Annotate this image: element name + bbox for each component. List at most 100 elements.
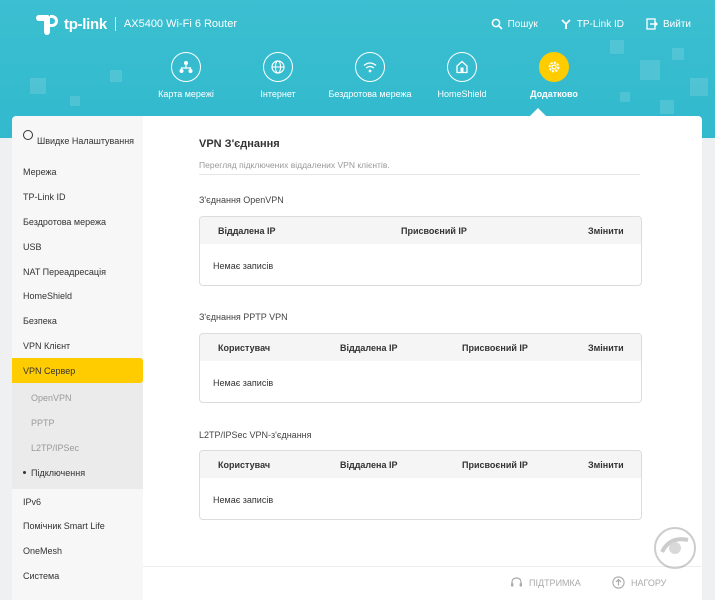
column-header: Віддалена IP	[218, 226, 276, 236]
sidebar-item-usb[interactable]: USB	[12, 234, 143, 259]
header-pattern	[70, 96, 80, 106]
sidebar-item-smart-life[interactable]: Помічник Smart Life	[12, 514, 143, 539]
sidebar-item-label: Швидке Налаштування	[37, 135, 135, 146]
sidebar-item-vpn-server[interactable]: VPN Сервер	[12, 358, 143, 384]
section-title-openvpn: З'єднання OpenVPN	[199, 195, 284, 205]
sidebar-item-label: NAT Переадресація	[23, 266, 106, 277]
tplink-id-link[interactable]: TP-Link ID	[560, 18, 624, 30]
nav-active-pointer	[530, 108, 546, 116]
column-header: Присвоєний IP	[401, 226, 467, 236]
sidebar-subitem-connections[interactable]: Підключення	[12, 460, 143, 485]
sidebar-item-system[interactable]: Система	[12, 564, 143, 589]
logout-label: Вийти	[662, 18, 691, 30]
headset-icon	[511, 577, 522, 587]
column-header: Користувач	[218, 460, 271, 470]
sidebar-item-security[interactable]: Безпека	[12, 309, 143, 334]
sidebar-item-homeshield[interactable]: HomeShield	[12, 284, 143, 309]
router-model: AX5400 Wi-Fi 6 Router	[123, 18, 238, 30]
network-map-icon	[171, 52, 201, 82]
support-link[interactable]: ПІДТРИМКА	[510, 576, 581, 589]
l2tp-table: Користувач Віддалена IP Присвоєний IP Зм…	[199, 450, 642, 520]
support-label: ПІДТРИМКА	[529, 577, 581, 588]
arrow-up-icon	[612, 576, 625, 589]
brand-separator	[114, 17, 116, 31]
sidebar-item-vpn-client[interactable]: VPN Клієнт	[12, 334, 143, 359]
column-header: Змінити	[588, 460, 624, 470]
column-header: Користувач	[218, 343, 271, 353]
search-icon	[491, 18, 503, 30]
sidebar-item-label: Безпека	[23, 316, 57, 327]
sidebar-item-onemesh[interactable]: OneMesh	[12, 539, 143, 564]
sidebar: Швидке Налаштування Мережа TP-Link ID Бе…	[12, 116, 143, 600]
nav-advanced-label: Додатково	[530, 89, 578, 99]
sidebar-item-label: IPv6	[23, 496, 42, 507]
nav-wireless[interactable]: Бездротова мережа	[324, 52, 416, 100]
logout-icon	[646, 18, 658, 30]
tplink-id-label: TP-Link ID	[576, 18, 624, 30]
sidebar-item-label: OneMesh	[23, 546, 63, 557]
watermark-logo	[654, 527, 696, 569]
search-link[interactable]: Пошук	[491, 18, 538, 30]
brand-name: tp-link	[64, 15, 107, 33]
sidebar-item-quick-setup[interactable]: Швидке Налаштування	[12, 116, 143, 160]
sidebar-subitem-l2tp[interactable]: L2TP/IPSec	[12, 435, 143, 460]
globe-icon	[263, 52, 293, 82]
sidebar-item-label: HomeShield	[23, 291, 73, 302]
nav-advanced[interactable]: Додатково	[508, 52, 600, 100]
header-pattern	[620, 92, 630, 102]
sidebar-item-label: TP-Link ID	[23, 192, 66, 203]
sidebar-item-network[interactable]: Мережа	[12, 160, 143, 185]
table-header: Віддалена IP Присвоєний IP Змінити	[200, 217, 641, 244]
quick-setup-icon	[23, 130, 33, 140]
sidebar-item-label: VPN Клієнт	[23, 340, 71, 351]
search-label: Пошук	[507, 18, 538, 30]
openvpn-table: Віддалена IP Присвоєний IP Змінити Немає…	[199, 216, 642, 286]
section-title-l2tp: L2TP/IPSec VPN-з'єднання	[199, 430, 312, 440]
back-to-top-link[interactable]: НАГОРУ	[612, 576, 666, 589]
column-header: Змінити	[588, 343, 624, 353]
sidebar-subitem-label: Підключення	[31, 467, 86, 478]
sidebar-item-wireless[interactable]: Бездротова мережа	[12, 210, 143, 235]
header-pattern	[640, 60, 660, 80]
sidebar-item-label: Мережа	[23, 167, 57, 178]
header-pattern	[660, 100, 674, 114]
nav-network-map-label: Карта мережі	[158, 89, 214, 99]
wifi-icon	[355, 52, 385, 82]
nav-wireless-label: Бездротова мережа	[328, 89, 412, 99]
column-header: Віддалена IP	[340, 460, 398, 470]
tplink-logo-icon	[36, 12, 58, 36]
page-title: VPN З'єднання	[199, 138, 280, 150]
sidebar-item-label: VPN Сервер	[23, 365, 76, 376]
brand[interactable]: tp-link AX5400 Wi-Fi 6 Router	[36, 12, 237, 36]
nav-homeshield-label: HomeShield	[437, 89, 487, 99]
sidebar-item-label: Помічник Smart Life	[23, 521, 105, 532]
main-nav: Карта мережі Інтернет Бездротова мережа …	[140, 52, 600, 100]
sidebar-subitem-openvpn[interactable]: OpenVPN	[12, 385, 143, 410]
table-header: Користувач Віддалена IP Присвоєний IP Зм…	[200, 334, 641, 361]
column-header: Віддалена IP	[340, 343, 398, 353]
sidebar-item-tplink-id[interactable]: TP-Link ID	[12, 185, 143, 210]
empty-message: Немає записів	[213, 495, 274, 505]
column-header: Змінити	[588, 226, 624, 236]
sidebar-item-label: USB	[23, 241, 42, 252]
sidebar-subitem-pptp[interactable]: PPTP	[12, 410, 143, 435]
sidebar-subitem-label: OpenVPN	[31, 392, 72, 403]
column-header: Присвоєний IP	[462, 343, 528, 353]
nav-internet[interactable]: Інтернет	[232, 52, 324, 100]
tplink-id-icon	[561, 19, 571, 29]
header-pattern	[690, 78, 708, 96]
page-description: Перегляд підключених віддалених VPN кліє…	[199, 160, 390, 170]
nav-homeshield[interactable]: HomeShield	[416, 52, 508, 100]
sidebar-item-ipv6[interactable]: IPv6	[12, 489, 143, 514]
footer: ПІДТРИМКА НАГОРУ	[143, 566, 702, 600]
logout-link[interactable]: Вийти	[646, 18, 691, 30]
divider	[199, 174, 640, 175]
header-pattern	[672, 48, 684, 60]
top-links: Пошук TP-Link ID Вийти	[491, 18, 691, 30]
nav-network-map[interactable]: Карта мережі	[140, 52, 232, 100]
sidebar-item-nat[interactable]: NAT Переадресація	[12, 259, 143, 284]
sidebar-subitem-label: PPTP	[31, 417, 55, 428]
main-content: VPN З'єднання Перегляд підключених відда…	[143, 116, 702, 566]
sidebar-subitem-label: L2TP/IPSec	[31, 442, 80, 453]
pptp-table: Користувач Віддалена IP Присвоєний IP Зм…	[199, 333, 642, 403]
